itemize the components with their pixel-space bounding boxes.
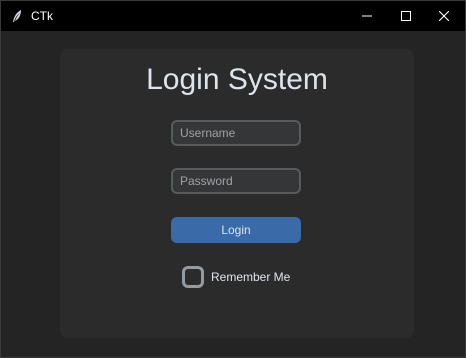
login-heading: Login System	[146, 63, 328, 96]
remember-me-checkbox-row[interactable]: Remember Me	[182, 265, 290, 289]
password-input[interactable]	[171, 168, 301, 194]
maximize-icon	[401, 11, 411, 21]
window-title: CTk	[31, 9, 53, 23]
minimize-icon	[362, 11, 372, 21]
title-bar[interactable]: CTk	[1, 1, 465, 31]
close-button[interactable]	[424, 1, 464, 31]
login-frame: Login System Login Remember Me	[60, 49, 414, 338]
remember-me-label[interactable]: Remember Me	[211, 270, 290, 284]
app-window: CTk Login System Login Remember Me	[0, 0, 466, 358]
close-icon	[439, 11, 449, 21]
remember-me-checkbox[interactable]	[182, 266, 204, 288]
login-button[interactable]: Login	[171, 217, 301, 243]
maximize-button[interactable]	[386, 1, 426, 31]
username-input[interactable]	[171, 120, 301, 146]
minimize-button[interactable]	[347, 1, 387, 31]
feather-icon	[11, 9, 23, 23]
